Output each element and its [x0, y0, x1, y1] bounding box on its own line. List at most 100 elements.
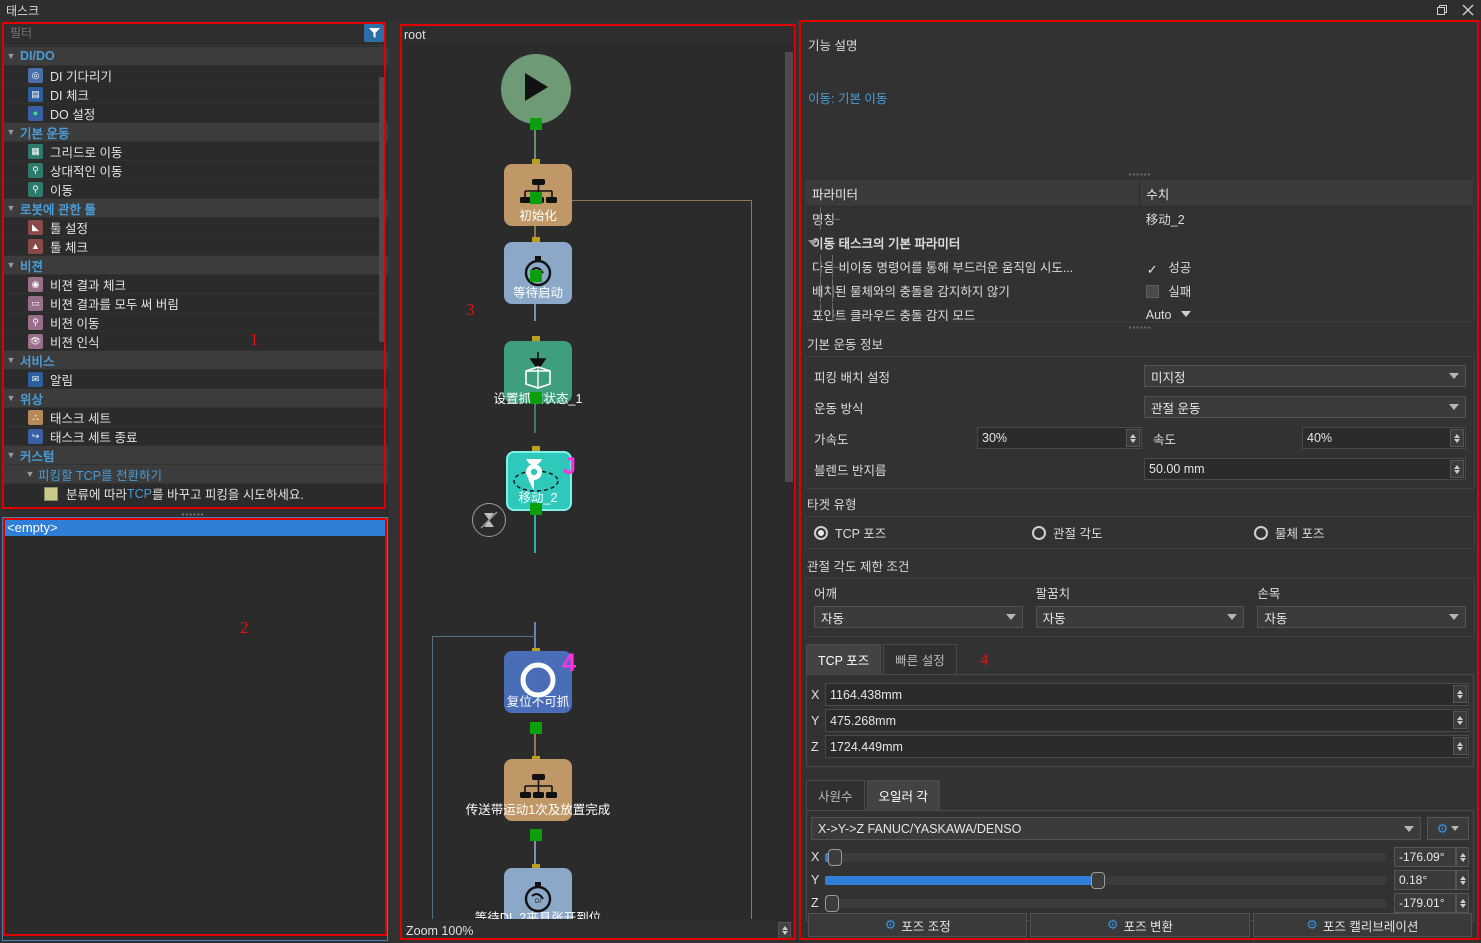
tree-group-robot-tools[interactable]: ▼ 로봇에 관한 툴 — [2, 199, 388, 218]
node-port[interactable] — [530, 118, 542, 130]
accel-input[interactable]: 30% — [977, 427, 1142, 449]
table-row[interactable]: 다음 비이동 명령어를 통해 부드러운 움직임 시도... ✓ 성공 — [806, 254, 1474, 279]
euler-x-value[interactable]: -176.09° — [1394, 847, 1456, 867]
wrist-select[interactable]: 자동 — [1257, 606, 1467, 628]
blend-radius-input[interactable]: 50.00 mm — [1144, 458, 1466, 480]
tree-item-di-wait[interactable]: ◎ DI 기다리기 — [2, 66, 388, 85]
tree-item-move[interactable]: ⚲ 이동 — [2, 180, 388, 199]
euler-z-stepper[interactable] — [1456, 893, 1469, 913]
tree-scrollbar[interactable] — [379, 77, 386, 342]
tree-item-move-grid[interactable]: ▦ 그리드로 이동 — [2, 142, 388, 161]
tab-euler[interactable]: 오일러 각 — [866, 780, 940, 810]
gear-settings-icon[interactable]: ⚙ — [1427, 817, 1469, 840]
blend-radius-stepper[interactable] — [1450, 460, 1464, 478]
euler-order-select[interactable]: X->Y->Z FANUC/YASKAWA/DENSO — [811, 817, 1421, 840]
table-row[interactable]: 포인트 클라우드 충돌 감지 모드 Auto — [806, 302, 1474, 321]
tree-item-vision-recognize[interactable]: 👁 비젼 인식 — [2, 332, 388, 351]
radio-object-pose[interactable]: 물체 포즈 — [1254, 523, 1324, 542]
euler-y-value[interactable]: 0.18° — [1394, 870, 1456, 890]
tree-item-notify[interactable]: ✉ 알림 — [2, 370, 388, 389]
window-title: 태스크 — [6, 3, 40, 18]
transform-pose-button[interactable]: ⚙ 포즈 변환 — [1030, 913, 1250, 937]
tree-item-move-relative[interactable]: ⚲ 상대적인 이동 — [2, 161, 388, 180]
tree-subgroup-switch-tcp[interactable]: ▼ 피킹할 TCP를 전환하기 — [2, 465, 388, 484]
node-port[interactable] — [530, 829, 542, 841]
restore-icon[interactable] — [1429, 0, 1455, 20]
tree-item-task-set[interactable]: ⛬ 태스크 세트 — [2, 408, 388, 427]
euler-z-slider[interactable] — [825, 894, 1386, 912]
section-splitter[interactable]: ▪▪▪▪▪▪ — [801, 170, 1479, 179]
calibrate-pose-label: 포즈 캘리브레이션 — [1322, 919, 1419, 934]
tree-item-do-set[interactable]: ● DO 설정 — [2, 104, 388, 123]
pose-z-input[interactable]: 1724.449mm — [825, 735, 1469, 758]
canvas-scrollbar[interactable] — [785, 52, 793, 482]
tree-group-basic-motion[interactable]: ▼ 기본 운동 — [2, 123, 388, 142]
table-row-group[interactable]: 이동 태스크의 기본 파라미터 — [806, 230, 1474, 255]
pose-x-input[interactable]: 1164.438mm — [825, 683, 1469, 706]
transform-pose-label: 포즈 변환 — [1123, 919, 1174, 934]
tree-group-custom[interactable]: ▼ 커스텀 — [2, 446, 388, 465]
picking-placement-select[interactable]: 미지정 — [1144, 365, 1466, 387]
tab-quick-setting[interactable]: 빠른 설정 — [883, 644, 957, 674]
tree-group-service[interactable]: ▼ 서비스 — [2, 351, 388, 370]
chevron-down-icon: ▼ — [25, 469, 35, 479]
tab-quaternion[interactable]: 사원수 — [806, 780, 865, 810]
adjust-pose-button[interactable]: ⚙ 포즈 조정 — [808, 913, 1028, 937]
tree-item-vision-move[interactable]: ⚲ 비젼 이동 — [2, 313, 388, 332]
wrist-value: 자동 — [1264, 611, 1288, 626]
node-port[interactable] — [530, 503, 542, 515]
euler-y-stepper[interactable] — [1456, 870, 1469, 890]
euler-x-slider[interactable] — [825, 848, 1386, 866]
node-port[interactable] — [530, 270, 542, 282]
tree-group-di-do[interactable]: ▼ DI/DO — [2, 47, 388, 66]
elbow-select[interactable]: 자동 — [1035, 606, 1245, 628]
task-tree[interactable]: ▼ DI/DO ◎ DI 기다리기 ▤ DI 체크 ● DO 설정 ▼ 기본 운… — [2, 47, 388, 520]
accel-stepper[interactable] — [1126, 429, 1140, 447]
list-item[interactable]: <empty> — [3, 518, 387, 536]
calibrate-pose-button[interactable]: ⚙ 포즈 캘리브레이션 — [1252, 913, 1472, 937]
node-port[interactable] — [530, 192, 542, 204]
tree-item-vision-result-flush[interactable]: ▭ 비젼 결과를 모두 써 버림 — [2, 294, 388, 313]
tab-tcp-pose[interactable]: TCP 포즈 — [806, 644, 882, 674]
node-port[interactable] — [530, 392, 542, 404]
speed-input[interactable]: 40% — [1302, 427, 1466, 449]
speed-stepper[interactable] — [1450, 429, 1464, 447]
filter-input[interactable] — [2, 25, 364, 40]
euler-x-stepper[interactable] — [1456, 847, 1469, 867]
radio-unselected-icon — [1254, 525, 1268, 540]
tree-item-tool-set[interactable]: ◣ 툴 설정 — [2, 218, 388, 237]
tree-item-tool-check[interactable]: ▲ 툴 체크 — [2, 237, 388, 256]
tree-item-vision-result-check[interactable]: ◉ 비젼 결과 체크 — [2, 275, 388, 294]
radio-tcp-pose[interactable]: TCP 포즈 — [814, 523, 1032, 542]
zoom-stepper[interactable] — [778, 922, 791, 939]
tree-subitem-tcp-hint[interactable]: 분류에 따라 TCP 를 바꾸고 피킹을 시도하세요. — [2, 484, 388, 503]
euler-z-value[interactable]: -179.01° — [1394, 893, 1456, 913]
tree-item-di-check[interactable]: ▤ DI 체크 — [2, 85, 388, 104]
pose-y-input[interactable]: 475.268mm — [825, 709, 1469, 732]
flow-canvas[interactable]: 初始化 DI 等待启动 — [402, 48, 795, 919]
pose-x-stepper[interactable] — [1453, 685, 1467, 703]
node-port[interactable] — [530, 722, 542, 734]
node-label: 等待DI_2夹具张开到位 — [474, 911, 602, 919]
checkbox-checked-icon[interactable]: ✓ — [1146, 263, 1159, 276]
motion-method-select[interactable]: 관절 운동 — [1144, 396, 1466, 418]
table-row[interactable]: 배치된 물체와의 충돌을 감지하지 않기 실패 — [806, 278, 1474, 303]
tree-group-vision[interactable]: ▼ 비젼 — [2, 256, 388, 275]
filter-icon[interactable] — [364, 23, 384, 42]
chevron-down-icon[interactable] — [1180, 310, 1191, 317]
pose-y-stepper[interactable] — [1453, 711, 1467, 729]
close-icon[interactable] — [1455, 0, 1481, 20]
table-row[interactable]: 명칭 移动_2 — [806, 206, 1474, 231]
euler-y-slider[interactable] — [825, 871, 1386, 889]
description-link[interactable]: 이동: 기본 이동 — [804, 54, 1476, 107]
pose-z-stepper[interactable] — [1453, 737, 1467, 755]
param-value[interactable]: 移动_2 — [1139, 206, 1474, 231]
checkbox-unchecked-icon[interactable] — [1145, 285, 1159, 298]
window-titlebar: 태스크 — [0, 0, 1481, 20]
radio-joint-angle[interactable]: 관절 각도 — [1032, 523, 1254, 542]
shoulder-select[interactable]: 자동 — [814, 606, 1023, 628]
tree-item-task-set-end[interactable]: ↪ 태스크 세트 종료 — [2, 427, 388, 446]
chevron-down-icon[interactable] — [808, 239, 818, 246]
node-start[interactable] — [501, 54, 571, 124]
tree-group-topology[interactable]: ▼ 위상 — [2, 389, 388, 408]
